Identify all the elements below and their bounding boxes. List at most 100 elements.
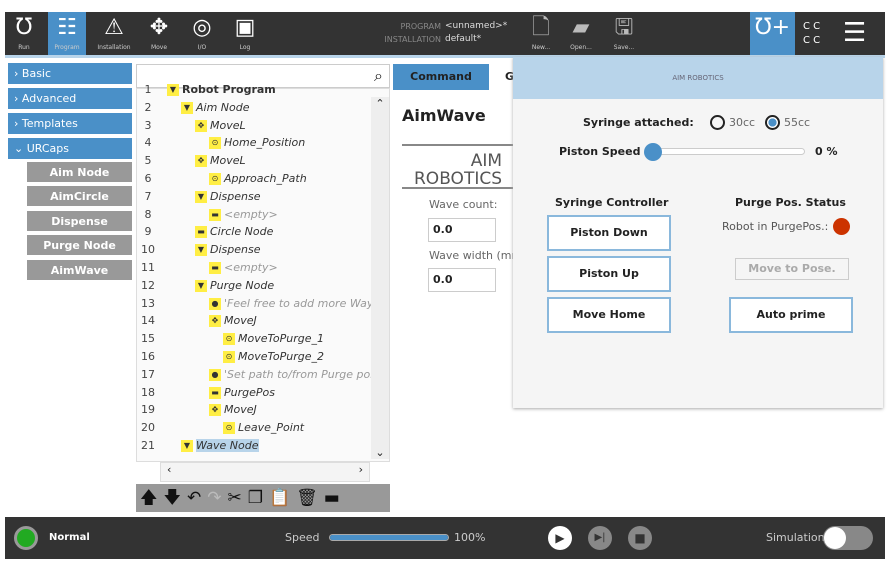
copy-icon[interactable]: ❐ xyxy=(248,488,269,508)
cut-icon[interactable]: ✂ xyxy=(227,488,247,508)
piston-down-button[interactable]: Piston Down xyxy=(547,215,671,251)
node-label: 'Set path to/from Purge poi xyxy=(224,367,374,381)
sidebar-item-urcaps[interactable]: ⌄ URCaps xyxy=(8,138,132,160)
tree-row[interactable]: 11 ▬ <empty> xyxy=(137,259,377,277)
tree-row[interactable]: 8 ▬ <empty> xyxy=(137,206,377,224)
urcap-aimwave[interactable]: AimWave xyxy=(27,260,132,282)
sidebar-label: Advanced xyxy=(21,92,77,105)
tree-row[interactable]: 16 ⊙ MoveToPurge_2 xyxy=(137,348,377,366)
node-label: MoveToPurge_1 xyxy=(238,332,324,346)
tree-row[interactable]: 19 ✥ MoveJ xyxy=(137,401,377,419)
line-number: 21 xyxy=(141,439,155,452)
node-label: MoveJ xyxy=(224,403,257,417)
urcap-aimcircle[interactable]: AimCircle xyxy=(27,186,132,208)
waypoint-icon: ⊙ xyxy=(223,333,235,346)
robot-status-icon[interactable] xyxy=(14,526,38,550)
log-tab[interactable]: ▣ Log xyxy=(226,12,264,58)
node-label: Dispense xyxy=(210,243,261,257)
tree-row[interactable]: 6 ⊙ Approach_Path xyxy=(137,170,377,188)
tree-row[interactable]: 21 ▼ Wave Node xyxy=(137,437,377,455)
tree-row[interactable]: 20 ⊙ Leave_Point xyxy=(137,419,377,437)
radio-55cc[interactable] xyxy=(765,115,780,130)
save-button[interactable]: 🖫 Save... xyxy=(605,12,643,58)
run-tab[interactable]: Ʊ Run xyxy=(5,12,43,58)
tree-row[interactable]: 10 ▼ Dispense xyxy=(137,241,377,259)
sidebar-item-basic[interactable]: › Basic xyxy=(8,63,132,85)
tree-row[interactable]: 2 ▼ Aim Node xyxy=(137,99,377,117)
tree-row[interactable]: 1 ▼ Robot Program xyxy=(137,81,377,99)
simulation-toggle[interactable] xyxy=(823,526,873,550)
tree-row[interactable]: 18 ▬ PurgePos xyxy=(137,384,377,402)
tree-row[interactable]: 13 ● 'Feel free to add more Ways xyxy=(137,295,377,313)
slider-thumb[interactable] xyxy=(644,143,662,161)
suppress-icon[interactable]: ▬ xyxy=(324,488,346,508)
delete-icon[interactable]: 🗑 xyxy=(296,488,324,508)
move-tab[interactable]: ✥ Move xyxy=(140,12,178,58)
line-number: 7 xyxy=(144,189,152,203)
program-tree[interactable]: 1 ▼ Robot Program 2 ▼ Aim Node 3 ✥ MoveL 4 ⊙ Home_P… xyxy=(136,83,390,462)
tree-row[interactable]: 5 ✥ MoveL xyxy=(137,152,377,170)
urcap-purge-node[interactable]: Purge Node xyxy=(27,235,132,257)
tree-row[interactable]: 4 ⊙ Home_Position xyxy=(137,134,377,152)
log-icon: ▣ xyxy=(234,15,256,40)
scroll-left-icon: ‹ xyxy=(167,463,172,476)
tree-row[interactable]: 3 ✥ MoveL xyxy=(137,117,377,135)
move-to-pose-button[interactable]: Move to Pose. xyxy=(735,258,849,280)
tab-command[interactable]: Command xyxy=(393,64,489,90)
folder-node-icon: ▼ xyxy=(195,244,207,257)
move-up-icon[interactable]: 🡅 xyxy=(140,488,163,508)
comment-icon: ● xyxy=(209,368,221,381)
installation-name: default* xyxy=(445,34,482,44)
tree-row[interactable]: 17 ● 'Set path to/from Purge poi xyxy=(137,366,377,384)
step-button[interactable]: ▶| xyxy=(588,526,612,550)
speed-slider[interactable] xyxy=(329,534,449,541)
urcaps-button[interactable]: Ʊ+ xyxy=(750,12,795,58)
tree-toolbar: 🡅🡇↶↷✂❐📋🗑▬ xyxy=(136,484,390,512)
installation-icon: ⚠ xyxy=(104,15,124,40)
move-home-button[interactable]: Move Home xyxy=(547,297,671,333)
stop-button[interactable]: ■ xyxy=(628,526,652,550)
urcap-aim-node[interactable]: Aim Node xyxy=(27,162,132,184)
move-down-icon[interactable]: 🡇 xyxy=(163,488,186,508)
sidebar-label: Basic xyxy=(21,67,52,80)
line-number: 9 xyxy=(144,225,152,239)
save-icon: 🖫 xyxy=(614,15,634,40)
urcap-dispense[interactable]: Dispense xyxy=(27,211,132,233)
piston-speed-slider[interactable] xyxy=(644,143,805,161)
tree-row[interactable]: 12 ▼ Purge Node xyxy=(137,277,377,295)
piston-up-button[interactable]: Piston Up xyxy=(547,256,671,292)
hamburger-menu-icon[interactable]: ☰ xyxy=(843,18,866,48)
play-button[interactable]: ▶ xyxy=(548,526,572,550)
radio-30cc[interactable] xyxy=(710,115,725,130)
vertical-scrollbar[interactable]: ⌃ ⌄ xyxy=(371,97,389,459)
sidebar-item-advanced[interactable]: › Advanced xyxy=(8,88,132,110)
new-button[interactable]: 🗋 New... xyxy=(522,12,560,58)
syringe-label: Syringe attached: xyxy=(583,116,694,129)
open-button[interactable]: ▰ Open... xyxy=(562,12,600,58)
tree-row[interactable]: 15 ⊙ MoveToPurge_1 xyxy=(137,330,377,348)
horizontal-scrollbar[interactable]: ‹ › xyxy=(160,462,370,482)
sidebar-item-templates[interactable]: › Templates xyxy=(8,113,132,135)
cc-text: C C xyxy=(803,21,821,32)
line-number: 13 xyxy=(141,296,155,310)
undo-icon[interactable]: ↶ xyxy=(187,488,207,508)
io-tab[interactable]: ◎ I/O xyxy=(183,12,221,58)
redo-icon[interactable]: ↷ xyxy=(207,488,227,508)
tree-row[interactable]: 9 ▬ Circle Node xyxy=(137,223,377,241)
tree-row[interactable]: 14 ✥ MoveJ xyxy=(137,312,377,330)
move-icon: ✥ xyxy=(209,404,221,417)
folder-node-icon: ▼ xyxy=(167,84,179,96)
waypoint-icon: ⊙ xyxy=(223,351,235,363)
auto-prime-button[interactable]: Auto prime xyxy=(729,297,853,333)
line-number: 3 xyxy=(144,118,152,132)
line-number: 17 xyxy=(141,367,155,381)
waypoint-icon: ⊙ xyxy=(209,137,221,150)
wave-count-input[interactable]: 0.0 xyxy=(428,218,496,242)
purge-status-title: Purge Pos. Status xyxy=(735,196,846,209)
installation-tab[interactable]: ⚠ Installation xyxy=(95,12,133,58)
wave-width-input[interactable]: 0.0 xyxy=(428,268,496,292)
node-label: Dispense xyxy=(210,189,261,203)
paste-icon[interactable]: 📋 xyxy=(269,488,296,508)
tree-row[interactable]: 7 ▼ Dispense xyxy=(137,188,377,206)
program-tab[interactable]: ☷ Program xyxy=(48,12,86,58)
